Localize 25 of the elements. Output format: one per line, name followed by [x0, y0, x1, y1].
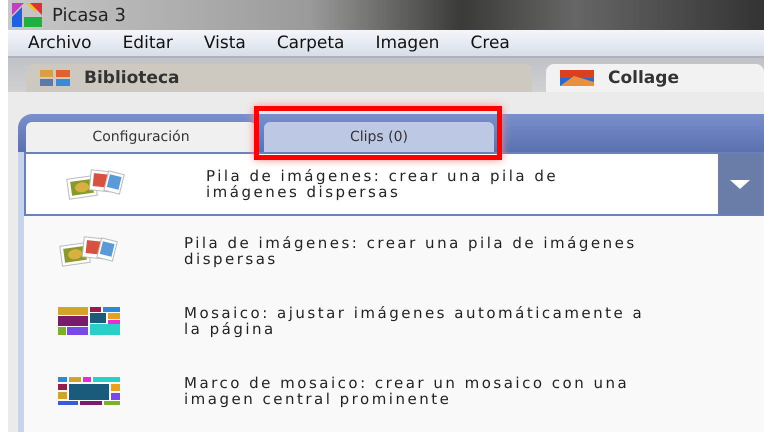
app-logo-icon	[12, 3, 42, 27]
mosaic-frame-icon	[58, 377, 120, 405]
caret-icon	[730, 180, 750, 188]
layout-option[interactable]: Marco de mosaico: crear un mosaico con una imagen central prominente	[24, 356, 764, 426]
menu-item[interactable]: Archivo	[28, 33, 92, 53]
menu-item[interactable]: Crea	[470, 33, 510, 53]
menu-item[interactable]: Imagen	[375, 33, 440, 53]
photo-stack-icon	[57, 234, 121, 268]
menu-item[interactable]: Editar	[122, 33, 173, 53]
panel-tab[interactable]: Configuración	[26, 122, 256, 152]
view-tab[interactable]: Collage	[546, 64, 764, 92]
grid-icon	[40, 70, 70, 86]
dropdown-button[interactable]	[718, 154, 762, 214]
dropdown-value: Pila de imágenes: crear una pila de imágenes dispersas	[205, 166, 560, 203]
layout-dropdown[interactable]: Pila de imágenes: crear una pila de imágenes dispersas	[24, 152, 764, 216]
panel-tab[interactable]: Clips (0)	[264, 122, 494, 152]
layout-option[interactable]: Mosaico: ajustar imágenes automáticamente a la página	[24, 286, 764, 356]
landscape-icon	[560, 70, 594, 86]
photo-stack-icon	[64, 167, 128, 201]
layout-option[interactable]: Pila de imágenes: crear una pila de imágenes dispersas	[24, 216, 764, 286]
mosaic-icon	[58, 307, 120, 335]
menu-item[interactable]: Vista	[204, 33, 246, 53]
view-tab[interactable]: Biblioteca	[26, 64, 532, 92]
window-title: Picasa 3	[52, 4, 126, 26]
menu-item[interactable]: Carpeta	[276, 33, 344, 53]
